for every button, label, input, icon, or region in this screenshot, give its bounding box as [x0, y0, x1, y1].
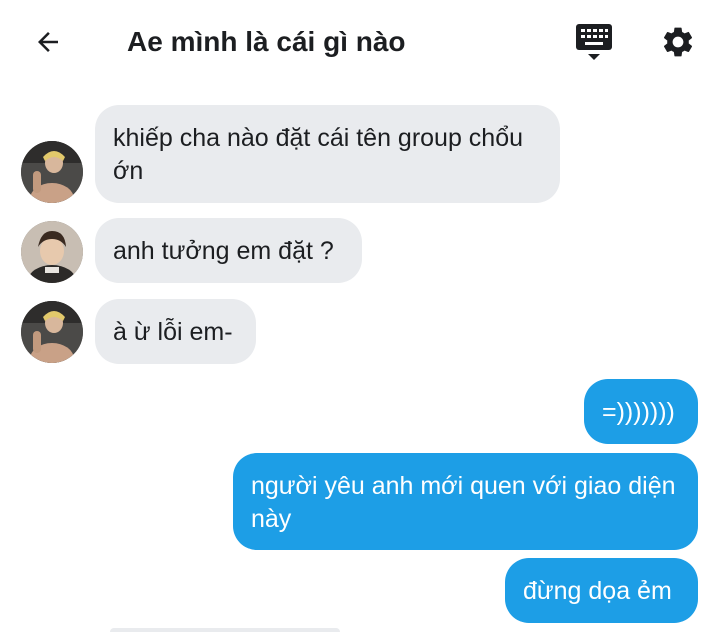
message-bubble-incoming[interactable]: à ừ lỗi em-: [95, 299, 256, 364]
message-text: =))))))): [602, 398, 675, 426]
avatar-user-2: [21, 221, 83, 283]
message-bubble-outgoing[interactable]: đừng dọa ẻm: [505, 558, 698, 623]
message-text: đừng dọa ẻm: [523, 577, 672, 605]
gear-icon: [663, 27, 693, 57]
avatar-user-1: [21, 301, 83, 363]
arrow-back-icon: [38, 32, 58, 52]
message-bubble-incoming[interactable]: anh tưởng em đặt ?: [95, 218, 362, 283]
settings-button[interactable]: [656, 20, 700, 64]
avatar-user-1: [21, 141, 83, 203]
message-bubble-outgoing[interactable]: =))))))): [584, 379, 698, 444]
conversation-title: Ae mình là cái gì nào: [127, 26, 406, 57]
message-bubble-incoming[interactable]: khiếp cha nào đặt cái tên group chổu ớn: [95, 105, 560, 203]
avatar[interactable]: [21, 221, 83, 283]
message-text: à ừ lỗi em-: [113, 318, 233, 346]
message-text: anh tưởng em đặt ?: [113, 237, 334, 265]
chat-header: Ae mình là cái gì nào: [0, 0, 720, 84]
message-text: người yêu anh mới quen với giao diện này: [251, 472, 676, 533]
keyboard-button[interactable]: [572, 20, 616, 64]
message-text: khiếp cha nào đặt cái tên group chổu ớn: [113, 124, 524, 185]
avatar[interactable]: [21, 141, 83, 203]
message-bubble-outgoing[interactable]: người yêu anh mới quen với giao diện này: [233, 453, 698, 550]
keyboard-icon: [576, 24, 612, 60]
partial-message-bubble: [110, 628, 340, 632]
avatar[interactable]: [21, 301, 83, 363]
back-button[interactable]: [28, 22, 68, 62]
